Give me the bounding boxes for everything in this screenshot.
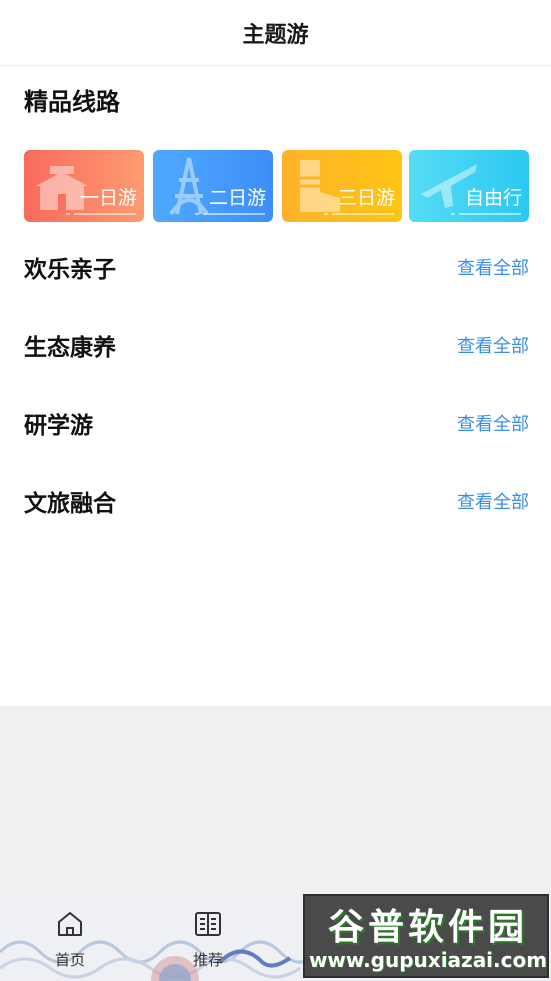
category-row-eco-wellness: 生态康养 查看全部 — [24, 325, 529, 365]
card-two-day-tour[interactable]: 二日游 — [153, 150, 273, 222]
card-one-day-tour[interactable]: 一日游 — [24, 150, 144, 222]
category-title: 欢乐亲子 — [24, 257, 116, 283]
tab-recommend[interactable]: 推荐 — [178, 908, 238, 978]
page-title: 主题游 — [242, 22, 309, 48]
top-header: 主题游 — [0, 0, 551, 66]
tab-label: 首页 — [54, 951, 85, 969]
card-free-travel[interactable]: 自由行 — [409, 150, 529, 222]
empty-content-area — [0, 706, 551, 902]
watermark-overlay: 谷普软件园 www.gupuxiazai.com — [303, 894, 549, 978]
view-all-link[interactable]: 查看全部 — [457, 254, 529, 280]
card-label: 三日游 — [337, 187, 395, 209]
tab-label: 推荐 — [192, 951, 223, 969]
category-row-culture-tourism: 文旅融合 查看全部 — [24, 481, 529, 521]
card-three-day-tour[interactable]: 三日游 — [282, 150, 402, 222]
card-label: 二日游 — [208, 187, 266, 209]
home-icon — [58, 912, 82, 936]
category-title: 研学游 — [24, 413, 93, 439]
view-all-link[interactable]: 查看全部 — [457, 332, 529, 358]
card-label: 一日游 — [79, 187, 137, 209]
view-all-link[interactable]: 查看全部 — [457, 488, 529, 514]
category-title: 生态康养 — [24, 335, 116, 361]
watermark-url: www.gupuxiazai.com — [308, 948, 548, 972]
featured-section-title: 精品线路 — [24, 88, 120, 116]
view-all-link[interactable]: 查看全部 — [457, 410, 529, 436]
card-label: 自由行 — [464, 187, 522, 209]
category-row-study-tour: 研学游 查看全部 — [24, 403, 529, 443]
category-title: 文旅融合 — [24, 491, 116, 517]
tab-home[interactable]: 首页 — [40, 908, 100, 978]
category-row-family: 欢乐亲子 查看全部 — [24, 247, 529, 287]
featured-route-cards: 一日游 二日游 三日游 自由行 — [24, 150, 529, 222]
watermark-title: 谷普软件园 — [327, 907, 528, 948]
book-icon — [195, 912, 221, 936]
